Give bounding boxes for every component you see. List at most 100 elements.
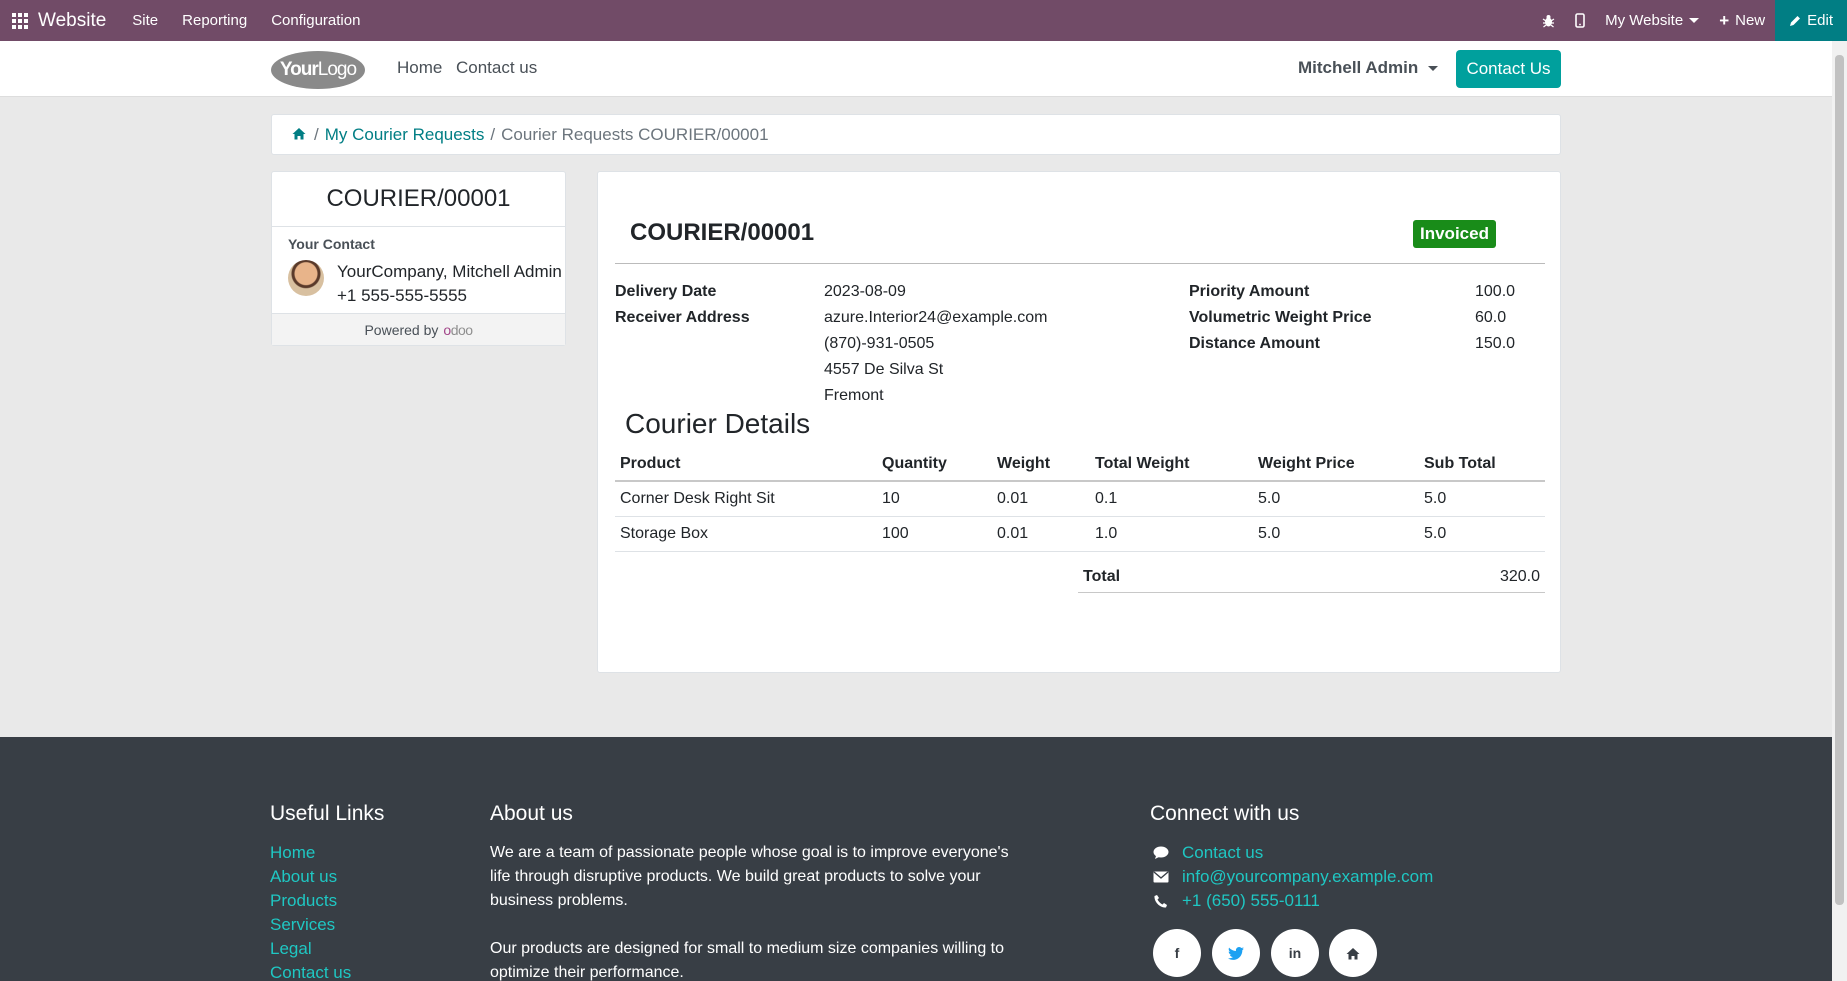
table-header-row: Product Quantity Weight Total Weight Wei…: [615, 448, 1545, 482]
distance-amount-label: Distance Amount: [1189, 335, 1320, 352]
column-header: Weight: [992, 448, 1090, 482]
table-cell: 0.01: [992, 481, 1090, 517]
table-cell: 0.01: [992, 516, 1090, 552]
powered-by-label: Powered by: [364, 321, 439, 338]
courier-title: COURIER/00001: [630, 219, 815, 246]
table-row: Storage Box 100 0.01 1.0 5.0 5.0: [615, 516, 1545, 552]
courier-details-title: Courier Details: [625, 408, 811, 439]
table-cell: 10: [877, 481, 992, 517]
admin-navbar: Website Site Reporting Configuration My …: [0, 0, 1847, 41]
menu-site[interactable]: Site: [132, 12, 158, 29]
edit-button-label: Edit: [1807, 12, 1833, 29]
linkedin-icon[interactable]: in: [1271, 929, 1319, 977]
comment-icon: [1152, 846, 1170, 860]
menu-reporting[interactable]: Reporting: [182, 12, 247, 29]
debug-bug-icon[interactable]: [1542, 14, 1555, 28]
contact-name: YourCompany, Mitchell Admin: [337, 262, 562, 281]
mobile-preview-icon[interactable]: [1575, 13, 1585, 28]
footer-contact-us-link[interactable]: Contact us: [1182, 843, 1263, 863]
status-badge: Invoiced: [1413, 220, 1496, 248]
receiver-city: Fremont: [824, 387, 884, 404]
website-switcher[interactable]: My Website: [1605, 12, 1700, 29]
site-logo[interactable]: Your Logo: [271, 51, 365, 89]
about-us-paragraph: We are a team of passionate people whose…: [490, 844, 1009, 909]
user-name: Mitchell Admin: [1298, 58, 1419, 77]
courier-details-table: Product Quantity Weight Total Weight Wei…: [615, 448, 1545, 552]
apps-menu-icon[interactable]: [12, 12, 28, 29]
total-label: Total: [1083, 568, 1121, 585]
table-cell: 100: [877, 516, 992, 552]
footer-link-services[interactable]: Services: [270, 915, 335, 935]
pencil-icon: [1790, 15, 1801, 26]
phone-icon: [1152, 894, 1170, 908]
total-row: Total 320.0: [1078, 557, 1545, 593]
scrollbar-thumb[interactable]: [1835, 55, 1844, 905]
app-brand[interactable]: Website: [38, 10, 106, 32]
footer-link-contact-us[interactable]: Contact us: [270, 963, 351, 981]
logo-text: Logo: [317, 59, 357, 80]
table-cell: 5.0: [1253, 516, 1419, 552]
receiver-phone: (870)-931-0505: [824, 335, 935, 352]
odoo-logo[interactable]: odoo: [443, 322, 473, 338]
logo-text-bold: Your: [279, 59, 319, 80]
footer-contact-item: Contact us: [1152, 843, 1263, 863]
table-cell: 5.0: [1419, 516, 1545, 552]
table-cell: 5.0: [1253, 481, 1419, 517]
breadcrumb-separator: /: [314, 124, 319, 144]
envelope-icon: [1152, 870, 1170, 884]
site-header: Your Logo Home Contact us Mitchell Admin …: [0, 41, 1832, 97]
footer-phone-link[interactable]: +1 (650) 555-0111: [1182, 891, 1320, 911]
column-header: Product: [615, 448, 877, 482]
site-footer: Useful Links Home About us Products Serv…: [0, 737, 1832, 981]
table-cell: 5.0: [1419, 481, 1545, 517]
breadcrumb-separator: /: [490, 124, 496, 144]
divider: [615, 263, 1545, 264]
breadcrumb-current: Courier Requests COURIER/00001: [501, 124, 769, 144]
new-button-label: New: [1735, 12, 1766, 29]
delivery-date-label: Delivery Date: [615, 283, 717, 300]
about-us-paragraph-2: Our products are designed for small to m…: [490, 940, 1005, 981]
priority-amount-label: Priority Amount: [1189, 283, 1310, 300]
edit-button[interactable]: Edit: [1775, 0, 1847, 41]
home-icon[interactable]: [292, 125, 306, 145]
footer-email-link[interactable]: info@yourcompany.example.com: [1182, 867, 1433, 887]
breadcrumb-my-courier-requests[interactable]: My Courier Requests: [325, 125, 485, 145]
footer-link-products[interactable]: Products: [270, 891, 337, 911]
contact-us-button[interactable]: Contact Us: [1456, 50, 1561, 88]
table-cell: 0.1: [1090, 481, 1253, 517]
column-header: Quantity: [877, 448, 992, 482]
avatar: [288, 260, 324, 296]
volumetric-weight-price-label: Volumetric Weight Price: [1189, 309, 1372, 326]
column-header: Total Weight: [1090, 448, 1253, 482]
home-icon[interactable]: [1329, 929, 1377, 977]
receiver-address-label: Receiver Address: [615, 309, 750, 326]
column-header: Sub Total: [1419, 448, 1545, 482]
page-scrollbar[interactable]: [1832, 41, 1847, 981]
table-cell: Storage Box: [615, 516, 877, 552]
courier-request-card: COURIER/00001 Invoiced Delivery Date 202…: [597, 171, 1561, 673]
website-switcher-label: My Website: [1605, 12, 1684, 29]
receiver-email: azure.Interior24@example.com: [824, 309, 1048, 326]
contact-phone: +1 555-555-5555: [337, 286, 467, 305]
facebook-icon[interactable]: f: [1153, 929, 1201, 977]
volumetric-weight-price-value: 60.0: [1475, 309, 1507, 326]
twitter-icon[interactable]: [1212, 929, 1260, 977]
footer-link-home[interactable]: Home: [270, 843, 315, 863]
user-menu[interactable]: Mitchell Admin: [1298, 58, 1439, 78]
your-contact-label: Your Contact: [288, 236, 375, 252]
record-sidebar-card: COURIER/00001 Your Contact YourCompany, …: [271, 171, 566, 346]
priority-amount-value: 100.0: [1475, 283, 1516, 300]
breadcrumb: / My Courier Requests / Courier Requests…: [271, 114, 1561, 155]
receiver-street: 4557 De Silva St: [824, 361, 944, 378]
new-button[interactable]: + New: [1719, 11, 1765, 31]
distance-amount-value: 150.0: [1475, 335, 1516, 352]
footer-link-about-us[interactable]: About us: [270, 867, 337, 887]
menu-configuration[interactable]: Configuration: [271, 12, 360, 29]
about-us-heading: About us: [490, 802, 573, 825]
delivery-date-value: 2023-08-09: [824, 283, 906, 300]
footer-phone-item: +1 (650) 555-0111: [1152, 891, 1320, 911]
footer-link-legal[interactable]: Legal: [270, 939, 312, 959]
nav-home[interactable]: Home: [397, 58, 442, 78]
nav-contact-us[interactable]: Contact us: [456, 58, 537, 78]
plus-icon: +: [1719, 10, 1730, 30]
